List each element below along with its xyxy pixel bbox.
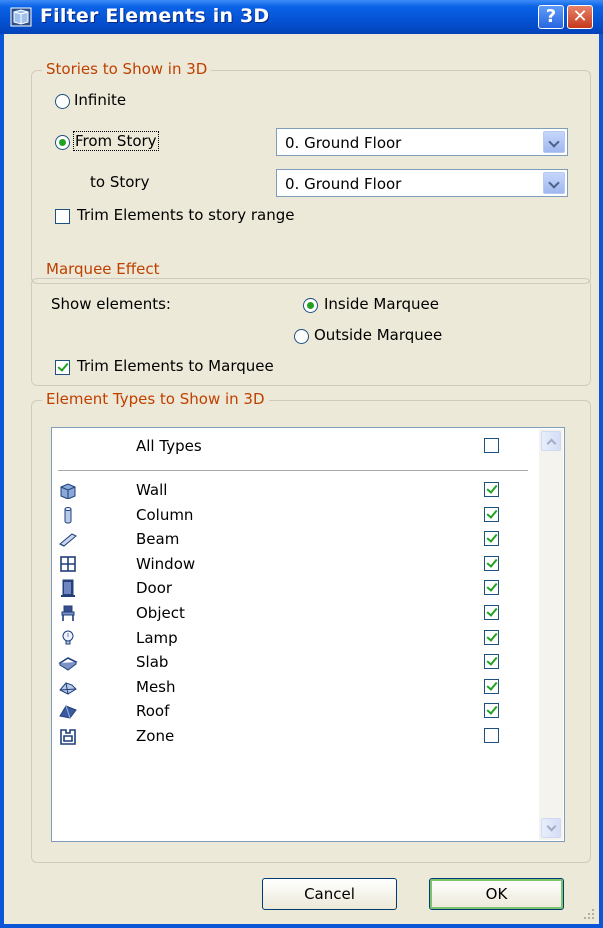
list-item-checkbox[interactable]: [484, 728, 499, 743]
lamp-icon: [62, 630, 74, 645]
list-item-checkbox[interactable]: [484, 654, 499, 670]
list-item[interactable]: Beam: [52, 527, 538, 551]
list-item-label: Mesh: [136, 677, 176, 696]
inside-marquee-radio[interactable]: [303, 298, 318, 313]
chevron-down-icon[interactable]: [543, 131, 565, 153]
app-3d-icon: [10, 7, 32, 27]
list-item-label: Zone: [136, 727, 175, 745]
to-story-dropdown[interactable]: 0. Ground Floor: [276, 169, 568, 197]
element-types-list[interactable]: All Types Wall Column Beam Window Door Object…: [51, 427, 565, 842]
trim-story-checkbox[interactable]: [55, 209, 70, 224]
trim-story-label[interactable]: Trim Elements to story range: [77, 206, 295, 224]
window-icon: [60, 555, 76, 572]
list-item[interactable]: Object: [52, 601, 538, 625]
list-item-label: Door: [136, 579, 173, 598]
list-item[interactable]: Zone: [52, 724, 538, 748]
list-item[interactable]: Window: [52, 552, 538, 576]
wall-icon: [60, 483, 76, 499]
element-types-group-legend: Element Types to Show in 3D: [42, 390, 269, 408]
mesh-icon: [59, 682, 77, 695]
list-item-checkbox[interactable]: [484, 482, 499, 497]
list-item-checkbox[interactable]: [484, 531, 499, 547]
list-item[interactable]: Slab: [52, 650, 538, 674]
to-story-label: to Story: [90, 173, 150, 191]
resize-grip-icon[interactable]: [583, 908, 595, 920]
trim-marquee-checkbox[interactable]: [55, 360, 70, 375]
list-item[interactable]: Lamp: [52, 626, 538, 650]
list-item[interactable]: Column: [52, 503, 538, 527]
list-separator: [58, 470, 528, 471]
list-item-label: Roof: [136, 702, 170, 721]
list-item-label: Object: [136, 604, 185, 622]
list-item-checkbox[interactable]: [484, 629, 499, 645]
from-story-dropdown[interactable]: 0. Ground Floor: [276, 128, 568, 156]
outside-marquee-radio[interactable]: [294, 329, 309, 344]
dialog-title: Filter Elements in 3D: [40, 5, 270, 27]
help-button[interactable]: ?: [538, 5, 564, 29]
list-item-label: Column: [136, 505, 194, 524]
list-scrollbar[interactable]: [539, 429, 563, 840]
all-types-checkbox[interactable]: [484, 438, 499, 453]
list-item-checkbox[interactable]: [484, 506, 499, 522]
stories-group-legend: Stories to Show in 3D: [42, 60, 212, 78]
dialog-client-area: Stories to Show in 3D Infinite From Stor…: [4, 34, 599, 924]
roof-icon: [59, 705, 77, 719]
outside-marquee-label[interactable]: Outside Marquee: [314, 326, 442, 344]
list-item[interactable]: Mesh: [52, 675, 538, 699]
scroll-down-icon[interactable]: [541, 818, 561, 838]
from-story-radio[interactable]: [55, 135, 70, 150]
from-story-label[interactable]: From Story: [73, 131, 159, 151]
title-bar[interactable]: Filter Elements in 3D ? ✕: [0, 0, 603, 34]
infinite-label[interactable]: Infinite: [74, 91, 126, 109]
door-icon: [61, 579, 75, 598]
column-icon: [64, 506, 72, 524]
list-item-checkbox[interactable]: [484, 703, 499, 719]
list-item-checkbox[interactable]: [484, 605, 499, 620]
chevron-down-icon[interactable]: [543, 172, 565, 194]
slab-icon: [58, 657, 78, 671]
zone-icon: [60, 729, 76, 745]
inside-marquee-label[interactable]: Inside Marquee: [324, 295, 439, 313]
list-item-label: Window: [136, 554, 196, 573]
list-item-label: Wall: [136, 481, 168, 499]
trim-marquee-label[interactable]: Trim Elements to Marquee: [77, 357, 274, 375]
marquee-group-legend: Marquee Effect: [42, 260, 164, 278]
list-item-label: Beam: [136, 530, 180, 549]
list-item[interactable]: Door: [52, 576, 538, 600]
close-button[interactable]: ✕: [567, 5, 593, 29]
list-item-checkbox[interactable]: [484, 678, 499, 694]
list-item[interactable]: Roof: [52, 699, 538, 723]
list-item-checkbox[interactable]: [484, 580, 499, 596]
list-item-label: Slab: [136, 653, 169, 672]
beam-icon: [59, 533, 77, 547]
cancel-button[interactable]: Cancel: [262, 878, 397, 910]
object-icon: [61, 605, 75, 621]
show-elements-label: Show elements:: [51, 295, 171, 313]
list-item[interactable]: Wall: [52, 478, 538, 502]
filter-dialog-window: Filter Elements in 3D ? ✕ Stories to Sho…: [0, 0, 603, 928]
scroll-up-icon[interactable]: [541, 431, 561, 451]
all-types-row[interactable]: All Types: [52, 434, 538, 458]
from-story-value: 0. Ground Floor: [285, 134, 402, 152]
list-item-checkbox[interactable]: [484, 555, 499, 571]
infinite-radio[interactable]: [55, 94, 70, 109]
to-story-value: 0. Ground Floor: [285, 175, 402, 193]
ok-button[interactable]: OK: [429, 878, 564, 910]
list-item-label: Lamp: [136, 628, 178, 647]
all-types-label: All Types: [136, 437, 202, 455]
